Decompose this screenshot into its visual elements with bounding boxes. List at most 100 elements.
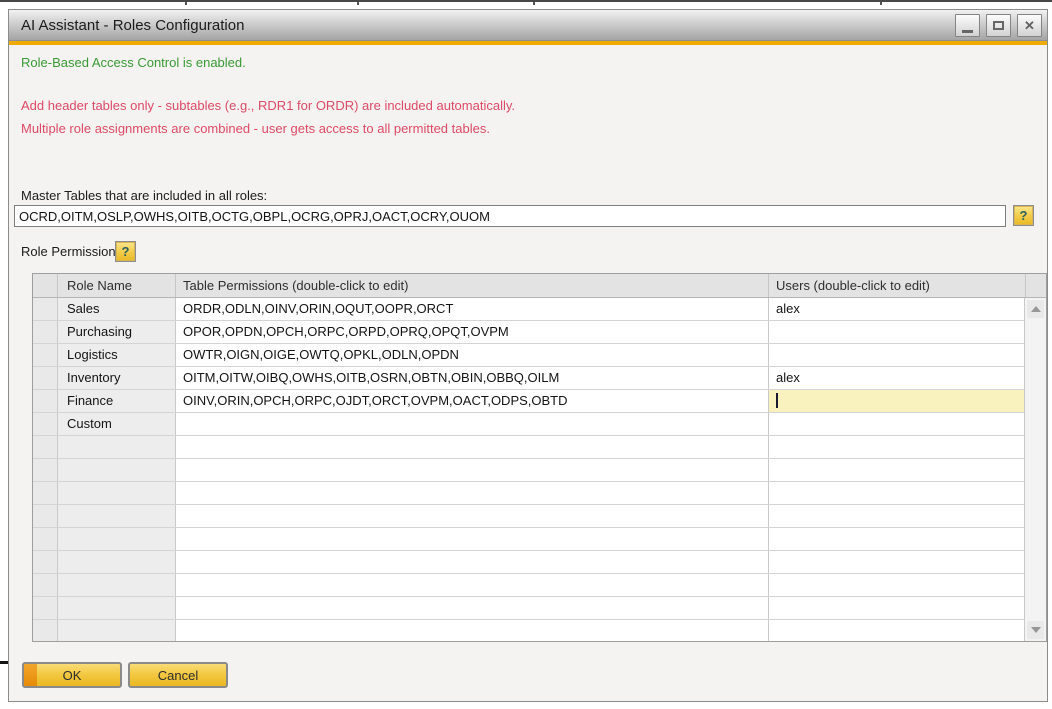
close-button[interactable]: ✕	[1017, 14, 1042, 37]
warning-message-2: Multiple role assignments are combined -…	[21, 121, 490, 136]
users-cell[interactable]: alex	[769, 367, 1026, 389]
table-permissions-cell[interactable]	[176, 620, 769, 641]
table-row[interactable]	[33, 574, 1026, 597]
role-name-cell[interactable]	[58, 597, 176, 619]
row-selector-cell[interactable]	[33, 482, 58, 504]
screen-top-tick	[185, 2, 187, 5]
role-name-cell[interactable]: Purchasing	[58, 321, 176, 343]
row-selector-cell[interactable]	[33, 298, 58, 320]
table-row[interactable]: InventoryOITM,OITW,OIBQ,OWHS,OITB,OSRN,O…	[33, 367, 1026, 390]
table-permissions-cell[interactable]	[176, 482, 769, 504]
roles-table-header: Role Name Table Permissions (double-clic…	[33, 274, 1046, 298]
users-cell[interactable]	[769, 390, 1026, 412]
role-name-cell[interactable]	[58, 505, 176, 527]
table-permissions-cell[interactable]	[176, 528, 769, 550]
table-permissions-cell[interactable]: OWTR,OIGN,OIGE,OWTQ,OPKL,ODLN,OPDN	[176, 344, 769, 366]
scroll-down-button[interactable]	[1027, 621, 1044, 639]
table-permissions-cell[interactable]	[176, 436, 769, 458]
role-name-cell[interactable]: Finance	[58, 390, 176, 412]
table-permissions-cell[interactable]	[176, 459, 769, 481]
role-name-cell[interactable]	[58, 528, 176, 550]
users-cell[interactable]	[769, 413, 1026, 435]
row-selector-cell[interactable]	[33, 436, 58, 458]
table-permissions-cell[interactable]: OPOR,OPDN,OPCH,ORPC,ORPD,OPRQ,OPQT,OVPM	[176, 321, 769, 343]
maximize-button[interactable]	[986, 14, 1011, 37]
master-tables-help-button[interactable]: ?	[1013, 205, 1034, 226]
users-cell[interactable]	[769, 436, 1026, 458]
table-permissions-cell[interactable]: OINV,ORIN,OPCH,ORPC,OJDT,ORCT,OVPM,OACT,…	[176, 390, 769, 412]
role-name-cell[interactable]	[58, 551, 176, 573]
master-tables-label: Master Tables that are included in all r…	[21, 188, 267, 203]
table-row[interactable]	[33, 528, 1026, 551]
row-selector-cell[interactable]	[33, 413, 58, 435]
header-role-name: Role Name	[58, 274, 176, 297]
title-bar[interactable]: AI Assistant - Roles Configuration ✕	[9, 10, 1047, 41]
row-selector-cell[interactable]	[33, 367, 58, 389]
users-cell[interactable]	[769, 482, 1026, 504]
users-cell[interactable]	[769, 620, 1026, 641]
role-name-cell[interactable]	[58, 620, 176, 641]
row-selector-cell[interactable]	[33, 344, 58, 366]
table-row[interactable]	[33, 505, 1026, 528]
screen-left-edge-line	[0, 661, 8, 664]
minimize-icon	[962, 30, 973, 33]
role-permissions-help-button[interactable]: ?	[115, 241, 136, 262]
table-scrollbar[interactable]	[1024, 298, 1046, 641]
row-selector-cell[interactable]	[33, 597, 58, 619]
row-selector-cell[interactable]	[33, 574, 58, 596]
role-name-cell[interactable]	[58, 459, 176, 481]
users-cell[interactable]: alex	[769, 298, 1026, 320]
table-permissions-cell[interactable]	[176, 597, 769, 619]
row-selector-cell[interactable]	[33, 528, 58, 550]
row-selector-cell[interactable]	[33, 551, 58, 573]
role-name-cell[interactable]	[58, 436, 176, 458]
role-name-cell[interactable]: Inventory	[58, 367, 176, 389]
scroll-up-button[interactable]	[1027, 300, 1044, 318]
master-tables-input[interactable]	[14, 205, 1006, 227]
users-cell[interactable]	[769, 505, 1026, 527]
table-permissions-cell[interactable]: OITM,OITW,OIBQ,OWHS,OITB,OSRN,OBTN,OBIN,…	[176, 367, 769, 389]
row-selector-cell[interactable]	[33, 321, 58, 343]
role-name-cell[interactable]: Sales	[58, 298, 176, 320]
users-cell[interactable]	[769, 459, 1026, 481]
table-permissions-cell[interactable]: ORDR,ODLN,OINV,ORIN,OQUT,OOPR,ORCT	[176, 298, 769, 320]
users-cell[interactable]	[769, 344, 1026, 366]
table-permissions-cell[interactable]	[176, 574, 769, 596]
table-permissions-cell[interactable]	[176, 505, 769, 527]
role-name-cell[interactable]: Custom	[58, 413, 176, 435]
row-selector-cell[interactable]	[33, 505, 58, 527]
users-cell[interactable]	[769, 574, 1026, 596]
minimize-button[interactable]	[955, 14, 980, 37]
screen-top-tick	[880, 2, 882, 5]
roles-table-body: SalesORDR,ODLN,OINV,ORIN,OQUT,OOPR,ORCTa…	[33, 298, 1026, 641]
table-row[interactable]	[33, 436, 1026, 459]
ok-button[interactable]: OK	[22, 662, 122, 688]
role-name-cell[interactable]: Logistics	[58, 344, 176, 366]
table-permissions-cell[interactable]	[176, 413, 769, 435]
table-row[interactable]: PurchasingOPOR,OPDN,OPCH,ORPC,ORPD,OPRQ,…	[33, 321, 1026, 344]
users-cell[interactable]	[769, 528, 1026, 550]
users-cell[interactable]	[769, 321, 1026, 343]
cancel-button[interactable]: Cancel	[128, 662, 228, 688]
table-permissions-cell[interactable]	[176, 551, 769, 573]
table-row[interactable]: Custom	[33, 413, 1026, 436]
table-row[interactable]: LogisticsOWTR,OIGN,OIGE,OWTQ,OPKL,ODLN,O…	[33, 344, 1026, 367]
users-cell[interactable]	[769, 551, 1026, 573]
row-selector-cell[interactable]	[33, 459, 58, 481]
table-row[interactable]	[33, 551, 1026, 574]
row-selector-cell[interactable]	[33, 620, 58, 641]
table-row[interactable]	[33, 620, 1026, 641]
role-name-cell[interactable]	[58, 482, 176, 504]
role-name-cell[interactable]	[58, 574, 176, 596]
users-cell[interactable]	[769, 597, 1026, 619]
screen-top-tick	[533, 2, 535, 5]
warning-message-1: Add header tables only - subtables (e.g.…	[21, 98, 515, 113]
header-users: Users (double-click to edit)	[769, 274, 1026, 297]
row-selector-cell[interactable]	[33, 390, 58, 412]
table-row[interactable]: FinanceOINV,ORIN,OPCH,ORPC,OJDT,ORCT,OVP…	[33, 390, 1026, 413]
table-row[interactable]	[33, 597, 1026, 620]
table-row[interactable]	[33, 459, 1026, 482]
table-row[interactable]: SalesORDR,ODLN,OINV,ORIN,OQUT,OOPR,ORCTa…	[33, 298, 1026, 321]
table-row[interactable]	[33, 482, 1026, 505]
header-stub	[1026, 274, 1046, 297]
